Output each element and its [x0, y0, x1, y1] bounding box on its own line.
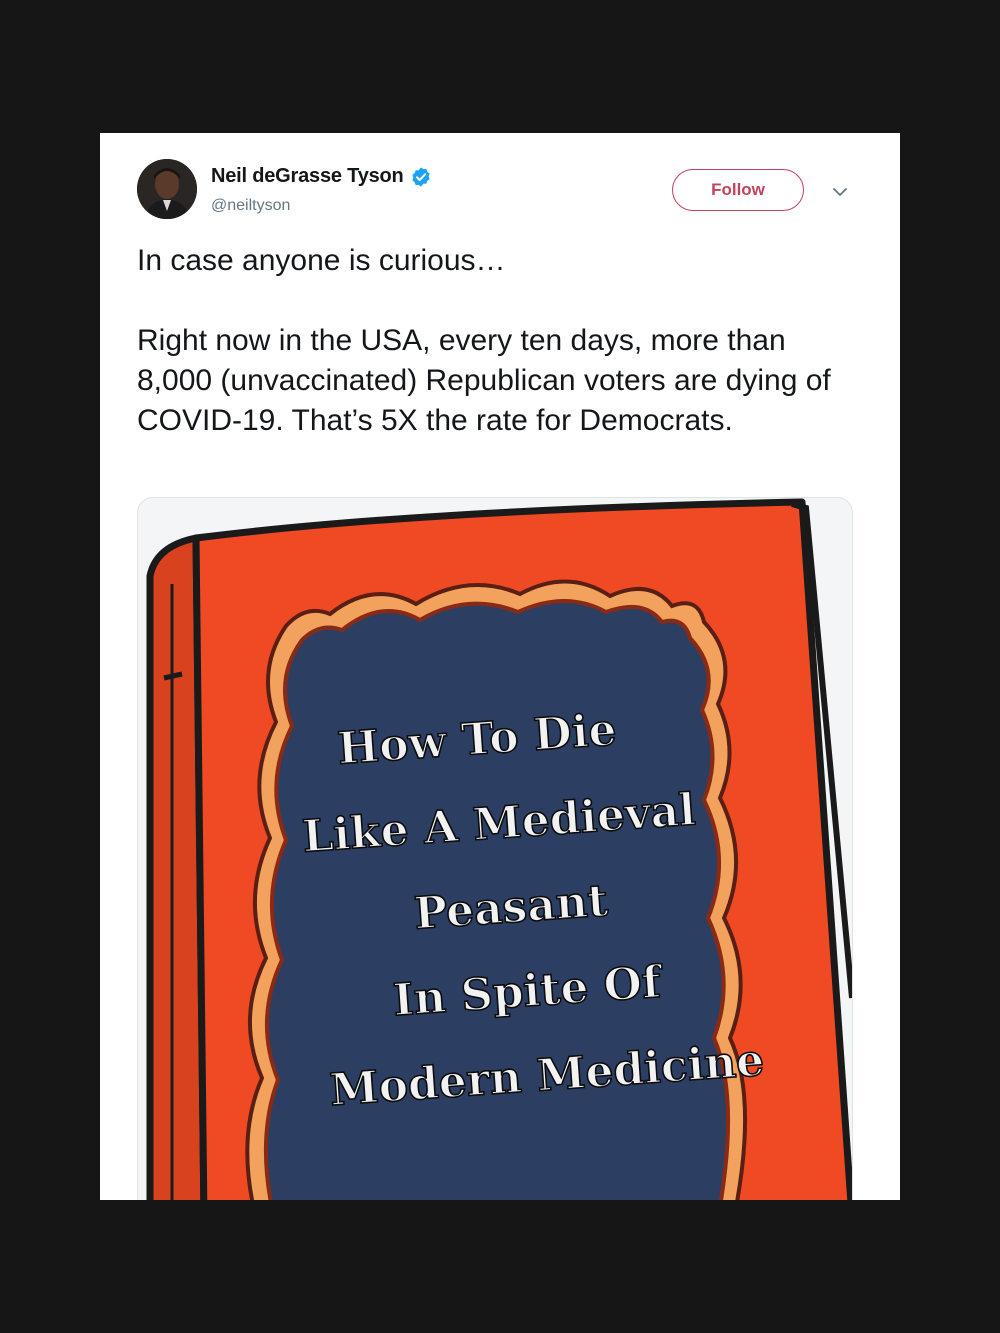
chevron-down-icon[interactable] [831, 183, 849, 201]
verified-badge-icon [411, 166, 430, 187]
tweet-paragraph: In case anyone is curious… [137, 244, 506, 277]
tweet-card: Neil deGrasse Tyson @neiltyson Follow In… [100, 133, 900, 1200]
tweet-media-image[interactable]: How To Die Like A Medieval Peasant In Sp… [137, 497, 853, 1200]
author-name-row: Neil deGrasse Tyson [211, 165, 432, 188]
tweet-paragraph: Right now in the USA, every ten days, mo… [137, 324, 831, 437]
avatar[interactable] [137, 159, 197, 219]
avatar-image [137, 159, 197, 219]
book-cover-illustration: How To Die Like A Medieval Peasant In Sp… [138, 498, 852, 1200]
author-handle[interactable]: @neiltyson [211, 197, 290, 215]
follow-button[interactable]: Follow [672, 169, 804, 211]
tweet-text: In case anyone is curious… Right now in … [137, 241, 867, 441]
author-display-name[interactable]: Neil deGrasse Tyson [211, 165, 404, 188]
